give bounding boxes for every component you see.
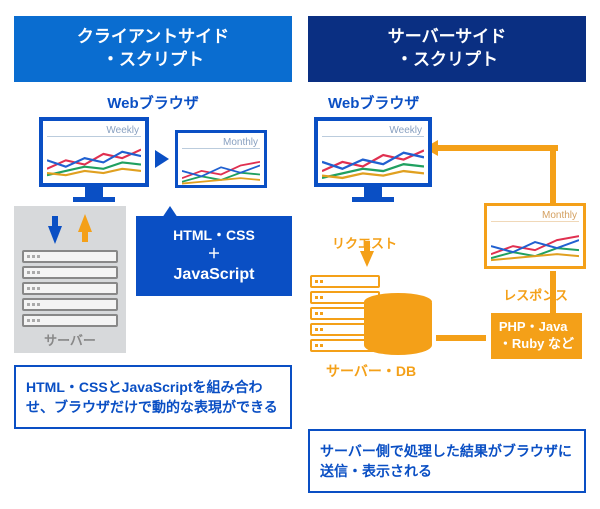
- connector-line: [550, 145, 556, 203]
- screen-label-monthly: Monthly: [182, 137, 260, 149]
- tech-callout: HTML・CSS ＋ JavaScript: [136, 216, 292, 296]
- diagram-container: クライアントサイド ・スクリプト Webブラウザ Weekly: [0, 0, 600, 509]
- browser-title-left: Webブラウザ: [14, 92, 292, 113]
- database-icon: [364, 293, 432, 355]
- client-side-panel: クライアントサイド ・スクリプト Webブラウザ Weekly: [14, 16, 292, 493]
- lang-line-2: ・Ruby など: [499, 336, 574, 353]
- arrow-right-icon: [155, 150, 169, 168]
- monitor-monthly: Monthly: [175, 130, 267, 188]
- arrow-down-icon: [48, 226, 62, 244]
- response-label: レスポンス: [503, 285, 568, 304]
- screen-label-weekly: Weekly: [47, 125, 141, 137]
- chart-icon: [47, 139, 141, 182]
- lang-line-1: PHP・Java: [499, 319, 574, 336]
- client-side-header: クライアントサイド ・スクリプト: [14, 16, 292, 82]
- browser-right: Weekly: [314, 117, 432, 202]
- server-side-description: サーバー側で処理した結果がブラウザに送信・表示される: [308, 429, 586, 494]
- server-rack-icon: [22, 250, 118, 327]
- client-side-description: HTML・CSSとJavaScriptを組み合わせ、ブラウザだけで動的な表現がで…: [14, 365, 292, 430]
- arrow-down-icon: [360, 251, 374, 267]
- arrow-up-icon: [78, 214, 92, 232]
- right-stage: Weekly リクエスト: [308, 117, 586, 417]
- response-monitor: Monthly: [484, 203, 586, 269]
- server-db-label: サーバー・DB: [326, 361, 416, 381]
- monitor-weekly: Weekly: [39, 117, 149, 202]
- server-box: サーバー: [14, 206, 126, 353]
- chart-icon: [322, 139, 424, 185]
- connector-line: [436, 335, 486, 341]
- server-side-panel: サーバーサイド ・スクリプト Webブラウザ Weekly: [308, 16, 586, 493]
- below-row-left: サーバー HTML・CSS ＋ JavaScript: [14, 206, 292, 353]
- callout-plus: ＋: [146, 245, 282, 263]
- chart-icon: [491, 224, 579, 264]
- connector-line: [436, 145, 558, 151]
- server-languages-box: PHP・Java ・Ruby など: [491, 313, 582, 359]
- callout-javascript: JavaScript: [174, 266, 255, 283]
- callout-html-css: HTML・CSS: [173, 227, 255, 243]
- server-side-header: サーバーサイド ・スクリプト: [308, 16, 586, 82]
- browser-title-right: Webブラウザ: [328, 92, 586, 113]
- screen-label-weekly-right: Weekly: [322, 125, 424, 137]
- browser-row-left: Weekly Monthly: [14, 117, 292, 202]
- server-label: サーバー: [22, 330, 118, 349]
- screen-label-monthly-right: Monthly: [491, 210, 579, 222]
- chart-icon: [182, 151, 260, 187]
